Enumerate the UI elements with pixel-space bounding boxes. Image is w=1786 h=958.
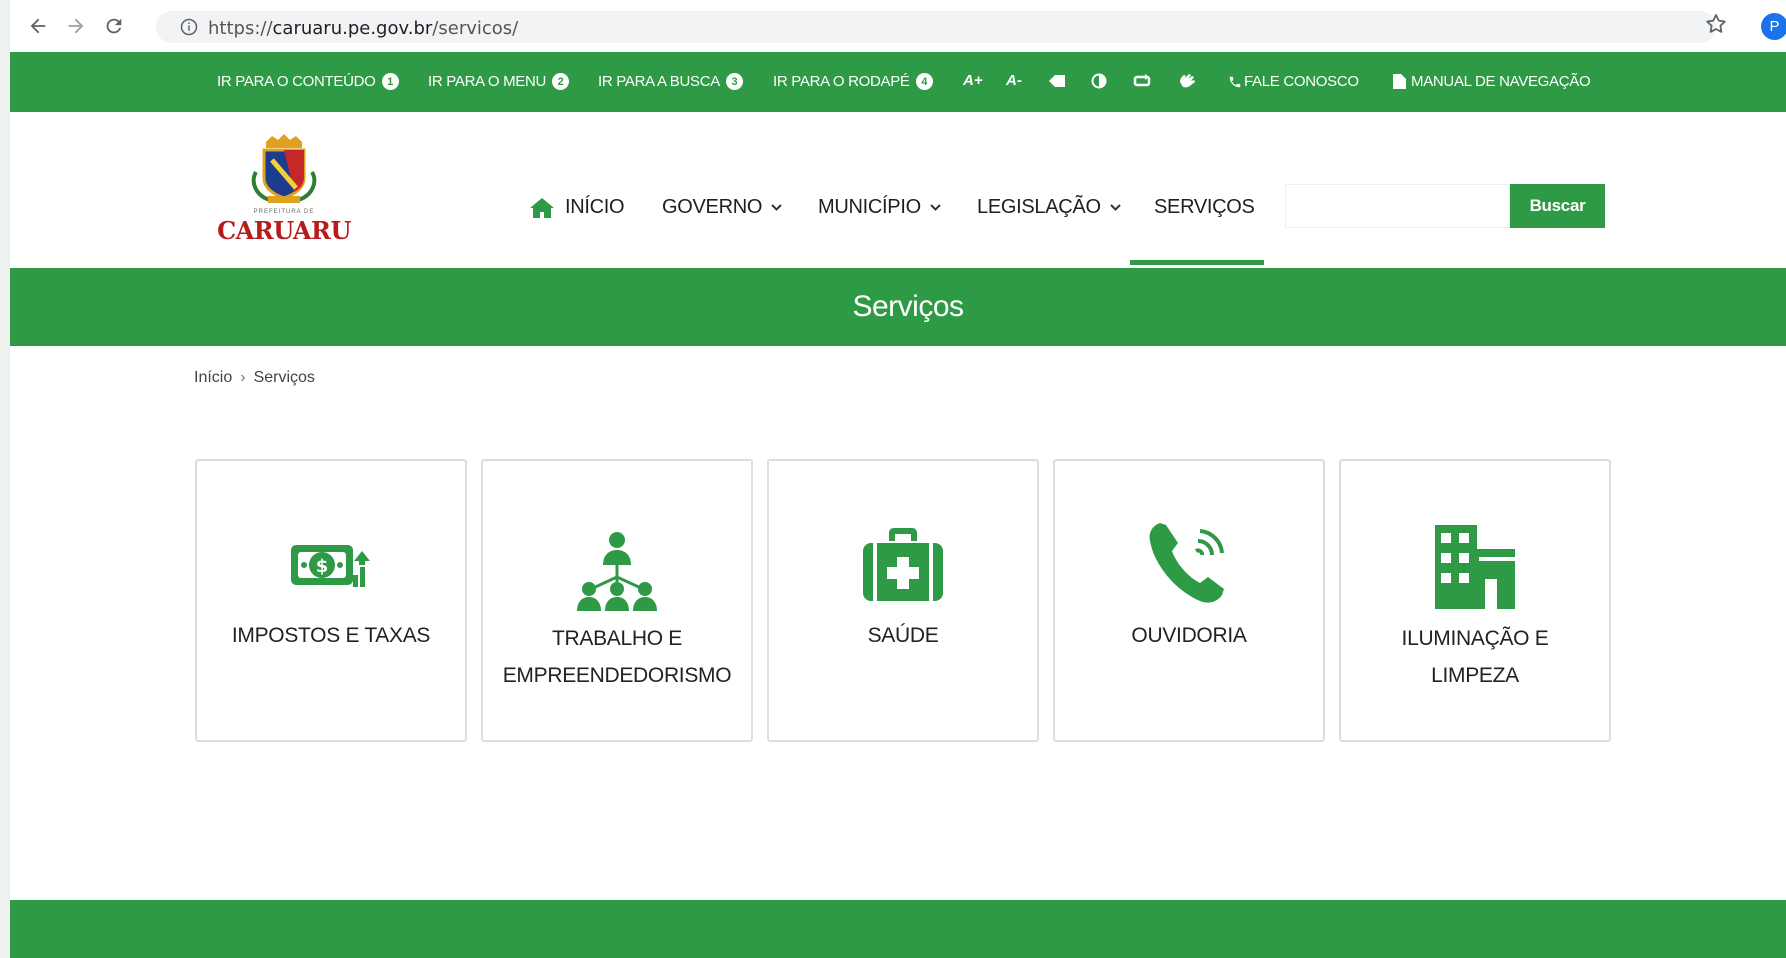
money-icon: $: [197, 541, 465, 593]
number-badge: 1: [381, 73, 399, 90]
breadcrumb-separator: ›: [240, 369, 246, 386]
search-button[interactable]: Buscar: [1510, 184, 1605, 228]
menu-municipio[interactable]: MUNICÍPIO: [818, 196, 941, 219]
breadcrumb: Início › Serviços: [194, 369, 315, 387]
skip-to-search-link[interactable]: IR PARA A BUSCA 3: [598, 73, 743, 90]
menu-servicos[interactable]: SERVIÇOS: [1154, 196, 1255, 219]
skip-to-content-link[interactable]: IR PARA O CONTEÚDO 1: [217, 73, 399, 90]
menu-governo[interactable]: GOVERNO: [662, 196, 782, 219]
chevron-down-icon: [930, 203, 941, 211]
service-label: OUVIDORIA: [1131, 624, 1247, 647]
phone-small-icon: [1229, 76, 1241, 87]
web-page: IR PARA O CONTEÚDO 1 IR PARA O MENU 2 IR P…: [10, 52, 1786, 958]
font-increase-button[interactable]: A+: [963, 72, 983, 89]
info-icon[interactable]: [180, 18, 198, 36]
logo-name: CARUARU: [217, 216, 351, 245]
site-footer: [10, 900, 1786, 958]
coat-of-arms-icon: [251, 134, 317, 203]
team-hierarchy-icon: [483, 531, 751, 613]
service-card-impostos[interactable]: $ IMPOSTOS E TAXAS: [195, 459, 467, 742]
address-bar[interactable]: https://caruaru.pe.gov.br/servicos/: [156, 11, 1716, 43]
bookmark-star-icon[interactable]: [1704, 12, 1728, 41]
service-label: TRABALHO E: [551, 627, 683, 650]
caruaru-logo[interactable]: PREFEITURA DE CARUARU: [216, 130, 352, 248]
contact-link[interactable]: FALE CONOSCO: [1228, 73, 1359, 90]
buildings-icon: [1341, 523, 1609, 611]
page-title-band: Serviços: [10, 268, 1786, 346]
font-decrease-button[interactable]: A-: [1006, 72, 1022, 89]
reload-button[interactable]: [100, 12, 128, 40]
phone-icon: [1055, 521, 1323, 609]
reload-icon: [106, 18, 122, 34]
number-badge: 4: [915, 73, 933, 90]
svg-text:$: $: [316, 556, 329, 577]
skip-to-menu-link[interactable]: IR PARA O MENU 2: [428, 73, 570, 90]
chevron-down-icon: [771, 203, 782, 211]
document-icon: [1393, 74, 1406, 89]
forward-arrow-icon: [68, 18, 84, 34]
sign-language-icon[interactable]: [1175, 68, 1201, 98]
service-card-iluminacao[interactable]: ILUMINAÇÃO E LIMPEZA: [1339, 459, 1611, 742]
chevron-down-icon: [1110, 203, 1121, 211]
reset-font-icon[interactable]: [1048, 74, 1066, 92]
menu-home[interactable]: INÍCIO: [529, 196, 625, 219]
contrast-icon[interactable]: [1091, 73, 1107, 93]
service-card-saude[interactable]: SAÚDE: [767, 459, 1039, 742]
skip-to-footer-link[interactable]: IR PARA O RODAPÉ 4: [773, 73, 933, 90]
forward-button[interactable]: [62, 12, 90, 40]
first-aid-kit-icon: [769, 527, 1037, 603]
browser-toolbar: https://caruaru.pe.gov.br/servicos/ P: [10, 0, 1786, 52]
service-card-ouvidoria[interactable]: OUVIDORIA: [1053, 459, 1325, 742]
logo-subtitle: PREFEITURA DE: [253, 209, 315, 215]
service-label: ILUMINAÇÃO E: [1401, 627, 1549, 650]
number-badge: 3: [725, 73, 743, 90]
breadcrumb-current: Serviços: [253, 369, 315, 386]
menu-legislacao[interactable]: LEGISLAÇÃO: [977, 196, 1121, 219]
active-menu-indicator: [1130, 260, 1264, 265]
home-icon: [530, 197, 554, 218]
profile-avatar[interactable]: P: [1761, 13, 1786, 40]
service-card-trabalho[interactable]: TRABALHO E EMPREENDEDORISMO: [481, 459, 753, 742]
page-title: Serviços: [852, 290, 964, 323]
service-label: EMPREENDEDORISMO: [502, 664, 732, 687]
refresh-icon[interactable]: [1133, 74, 1151, 92]
url-text[interactable]: https://caruaru.pe.gov.br/servicos/: [208, 18, 518, 39]
service-label: IMPOSTOS E TAXAS: [231, 624, 431, 647]
service-label: SAÚDE: [867, 624, 939, 647]
search-input[interactable]: [1285, 184, 1510, 228]
back-arrow-icon: [30, 18, 46, 34]
number-badge: 2: [552, 73, 570, 90]
site-header: PREFEITURA DE CARUARU INÍCIO GOVERNO MUN…: [10, 112, 1786, 268]
accessibility-bar: IR PARA O CONTEÚDO 1 IR PARA O MENU 2 IR P…: [10, 52, 1786, 112]
navigation-manual-link[interactable]: MANUAL DE NAVEGAÇÃO: [1393, 73, 1591, 90]
back-button[interactable]: [24, 12, 52, 40]
breadcrumb-home-link[interactable]: Início: [194, 369, 232, 387]
service-label: LIMPEZA: [1431, 664, 1519, 687]
